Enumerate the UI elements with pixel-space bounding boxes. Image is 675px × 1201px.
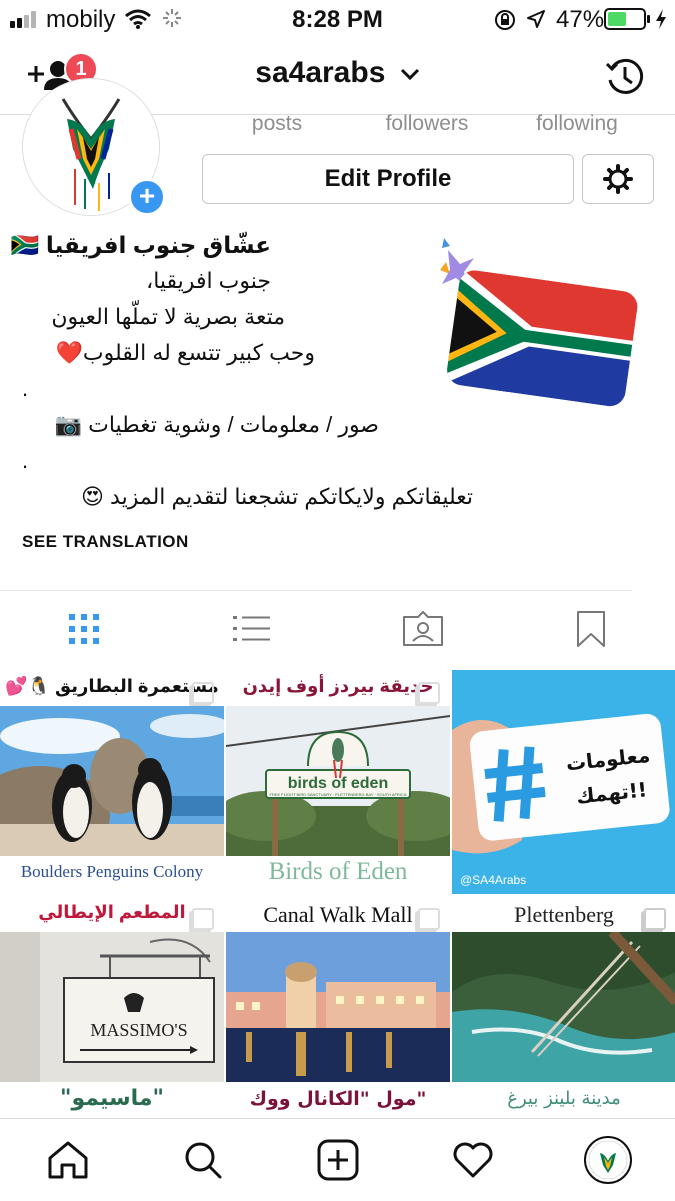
nav-activity[interactable] (405, 1119, 540, 1201)
battery-percent: 47% (556, 6, 605, 33)
posts-label[interactable]: posts (202, 112, 352, 136)
multi-photo-icon (418, 682, 440, 704)
canal-walk-photo (226, 932, 450, 1082)
post-title: Canal Walk Mall (263, 902, 413, 927)
post-caption: Birds of Eden (268, 858, 408, 885)
nav-new-post[interactable] (270, 1119, 405, 1201)
heart-icon (453, 1142, 492, 1178)
tab-grid[interactable] (0, 593, 168, 665)
bio-line: صور / معلومات / وشوية تغطيات 📷 (54, 412, 379, 437)
post-caption: Boulders Penguins Colony (20, 862, 204, 881)
location-icon (527, 10, 545, 28)
multi-photo-icon (192, 908, 214, 930)
massimos-sign-photo: MASSIMO'S (0, 932, 224, 1082)
penguins-photo (0, 706, 224, 856)
search-icon (185, 1142, 221, 1179)
bio-line: . (22, 448, 29, 473)
tab-saved[interactable] (507, 593, 675, 665)
post-thumbnail[interactable]: مستعمرة البطاريق 🐧💕 Boulders Penguins Co… (0, 670, 224, 894)
bookmark-icon (577, 611, 605, 647)
sign-subtext: FREE FLIGHT BIRD SANCTUARY · PLETTENBERG… (270, 792, 407, 797)
nav-home[interactable] (0, 1119, 135, 1201)
battery-icon (604, 8, 650, 30)
bio-line: تعليقاتكم ولايكاتكم تشجعنا لتقديم المزيد… (81, 484, 473, 509)
sign-text: birds of eden (288, 775, 388, 792)
birds-of-eden-photo: birds of eden FREE FLIGHT BIRD SANCTUARY… (226, 706, 450, 856)
username: sa4arabs (255, 56, 386, 89)
post-thumbnail[interactable]: Canal Walk Mall مول "الكانال ووك" (226, 896, 450, 1120)
bio-line: متعة بصرية لا تملّها العيون (51, 304, 285, 329)
post-thumbnail[interactable]: Plettenberg مدينة بلينز بيرغ (452, 896, 675, 1120)
divider (0, 590, 632, 591)
post-thumbnail[interactable]: المطعم الإيطالي MASSIMO'S "ماسيمو" (0, 896, 224, 1120)
bio-line: . (22, 376, 29, 401)
post-handle: @SA4Arabs (460, 873, 526, 887)
grid-icon (69, 614, 99, 644)
add-post-icon (317, 1139, 358, 1181)
charging-bolt-icon (656, 9, 666, 29)
post-thumbnail[interactable]: معلومات تهمك!! @SA4Arabs (452, 670, 675, 894)
list-icon (233, 616, 270, 641)
add-story-button[interactable]: + (128, 178, 166, 216)
post-caption: مول "الكانال ووك" (249, 1088, 427, 1110)
hashtag-info-card-photo: معلومات تهمك!! @SA4Arabs (452, 670, 675, 894)
gear-icon (603, 164, 633, 194)
history-icon[interactable] (604, 56, 646, 98)
sign-text: MASSIMO'S (90, 1020, 187, 1040)
profile-avatar-icon (583, 1136, 632, 1184)
post-title: مستعمرة البطاريق 🐧💕 (5, 676, 219, 696)
following-label[interactable]: following (502, 112, 652, 136)
nav-profile[interactable] (540, 1119, 675, 1201)
bio-line: جنوب افريقيا، (146, 268, 271, 293)
post-caption: مدينة بلينز بيرغ (507, 1088, 621, 1109)
status-bar: mobily 8:28 PM 47% (0, 0, 675, 38)
tagged-icon (403, 611, 443, 646)
post-caption: "ماسيمو" (60, 1086, 164, 1111)
orientation-lock-icon (495, 10, 515, 30)
settings-button[interactable] (582, 154, 654, 204)
chevron-down-icon (400, 69, 419, 81)
profile-tab-bar (0, 593, 675, 665)
post-thumbnail[interactable]: حديقة بيردز أوف إيدن birds of eden FREE … (226, 670, 450, 894)
post-title: Plettenberg (514, 902, 614, 927)
post-title: حديقة بيردز أوف إيدن (242, 676, 434, 696)
home-icon (48, 1141, 87, 1179)
tab-list[interactable] (168, 593, 336, 665)
edit-profile-button[interactable]: Edit Profile (202, 154, 574, 204)
tab-tagged[interactable] (339, 593, 507, 665)
south-africa-flag-sticker (440, 238, 640, 409)
followers-label[interactable]: followers (352, 112, 502, 136)
see-translation-link[interactable]: SEE TRANSLATION (22, 532, 189, 552)
multi-photo-icon (192, 682, 214, 704)
post-title: المطعم الإيطالي (38, 902, 186, 922)
bio-line: وحب كبير تتسع له القلوب❤️ (55, 340, 315, 365)
plettenberg-bridge-photo (452, 932, 675, 1082)
multi-photo-icon (644, 908, 666, 930)
bottom-navigation (0, 1118, 675, 1201)
profile-display-name: عشّاق جنوب افريقيا 🇿🇦 (10, 232, 271, 258)
multi-photo-icon (418, 908, 440, 930)
nav-search[interactable] (135, 1119, 270, 1201)
